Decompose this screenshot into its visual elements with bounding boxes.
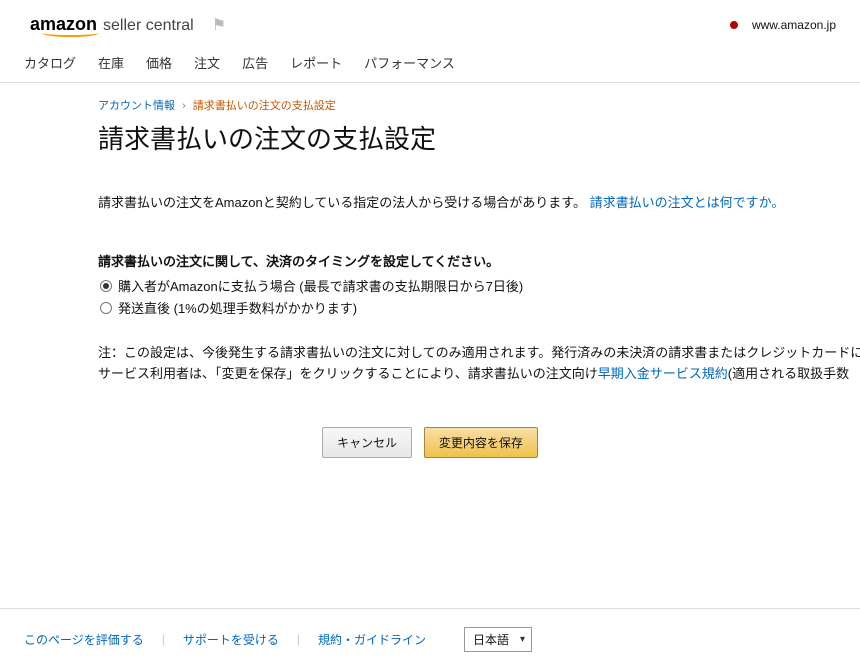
section-heading: 請求書払いの注文に関して、決済のタイミングを設定してください。 xyxy=(98,251,860,270)
content: アカウント情報 › 請求書払いの注文の支払設定 請求書払いの注文の支払設定 請求… xyxy=(0,83,860,498)
logo[interactable]: amazon seller central xyxy=(30,14,194,35)
note-line1: 注：この設定は、今後発生する請求書払いの注文に対してのみ適用されます。発行済みの… xyxy=(98,343,860,364)
main-nav: カタログ 在庫 価格 注文 広告 レポート パフォーマンス xyxy=(0,45,860,83)
breadcrumb-separator: › xyxy=(182,100,186,112)
footer-rate-link[interactable]: このページを評価する xyxy=(24,631,144,648)
radio-label-2: 発送直後 (1%の処理手数料がかかります) xyxy=(118,298,357,317)
radio-label-1: 購入者がAmazonに支払う場合 (最長で請求書の支払期限日から7日後) xyxy=(118,276,523,295)
cancel-button[interactable]: キャンセル xyxy=(322,427,412,458)
note-link[interactable]: 早期入金サービス規約 xyxy=(598,366,728,381)
breadcrumb-parent[interactable]: アカウント情報 xyxy=(98,100,175,112)
intro-link[interactable]: 請求書払いの注文とは何ですか。 xyxy=(590,195,785,210)
save-button[interactable]: 変更内容を保存 xyxy=(424,427,538,458)
footer-support-link[interactable]: サポートを受ける xyxy=(183,631,279,648)
language-select[interactable]: 日本語 xyxy=(464,627,532,652)
page-title: 請求書払いの注文の支払設定 xyxy=(98,119,860,156)
breadcrumb-current: 請求書払いの注文の支払設定 xyxy=(193,100,336,112)
radio-icon-checked[interactable] xyxy=(100,280,112,292)
nav-pricing[interactable]: 価格 xyxy=(146,53,172,72)
footer-sep: | xyxy=(162,632,165,646)
intro-text: 請求書払いの注文をAmazonと契約している指定の法人から受ける場合があります。 xyxy=(98,195,586,210)
logo-main: amazon xyxy=(30,14,97,35)
radio-option-2[interactable]: 発送直後 (1%の処理手数料がかかります) xyxy=(100,298,860,317)
radio-option-1[interactable]: 購入者がAmazonに支払う場合 (最長で請求書の支払期限日から7日後) xyxy=(100,276,860,295)
footer: このページを評価する | サポートを受ける | 規約・ガイドライン 日本語 xyxy=(0,608,860,670)
radio-icon-unchecked[interactable] xyxy=(100,302,112,314)
language-label: 日本語 xyxy=(473,631,509,648)
note-block: 注：この設定は、今後発生する請求書払いの注文に対してのみ適用されます。発行済みの… xyxy=(98,343,860,385)
nav-performance[interactable]: パフォーマンス xyxy=(364,53,455,72)
nav-inventory[interactable]: 在庫 xyxy=(98,53,124,72)
header-right: www.amazon.jp xyxy=(730,18,836,32)
button-row: キャンセル 変更内容を保存 xyxy=(98,427,860,458)
header: amazon seller central ⚑ www.amazon.jp xyxy=(0,0,860,45)
note-line2b: (適用される取扱手数 xyxy=(728,366,849,381)
breadcrumb: アカウント情報 › 請求書払いの注文の支払設定 xyxy=(98,97,860,113)
logo-sub: seller central xyxy=(103,17,194,35)
note-line2: サービス利用者は、「変更を保存」をクリックすることにより、請求書払いの注文向け早… xyxy=(98,364,860,385)
nav-reports[interactable]: レポート xyxy=(290,53,342,72)
note-line2a: サービス利用者は、「変更を保存」をクリックすることにより、請求書払いの注文向け xyxy=(98,366,598,381)
domain-label[interactable]: www.amazon.jp xyxy=(752,18,836,32)
nav-orders[interactable]: 注文 xyxy=(194,53,220,72)
intro-paragraph: 請求書払いの注文をAmazonと契約している指定の法人から受ける場合があります。… xyxy=(98,192,860,211)
nav-catalog[interactable]: カタログ xyxy=(24,53,76,72)
japan-flag-icon xyxy=(730,21,738,29)
footer-sep: | xyxy=(297,632,300,646)
header-left: amazon seller central ⚑ xyxy=(30,14,226,35)
nav-ads[interactable]: 広告 xyxy=(242,53,268,72)
flag-icon[interactable]: ⚑ xyxy=(212,15,226,35)
footer-terms-link[interactable]: 規約・ガイドライン xyxy=(318,631,426,648)
